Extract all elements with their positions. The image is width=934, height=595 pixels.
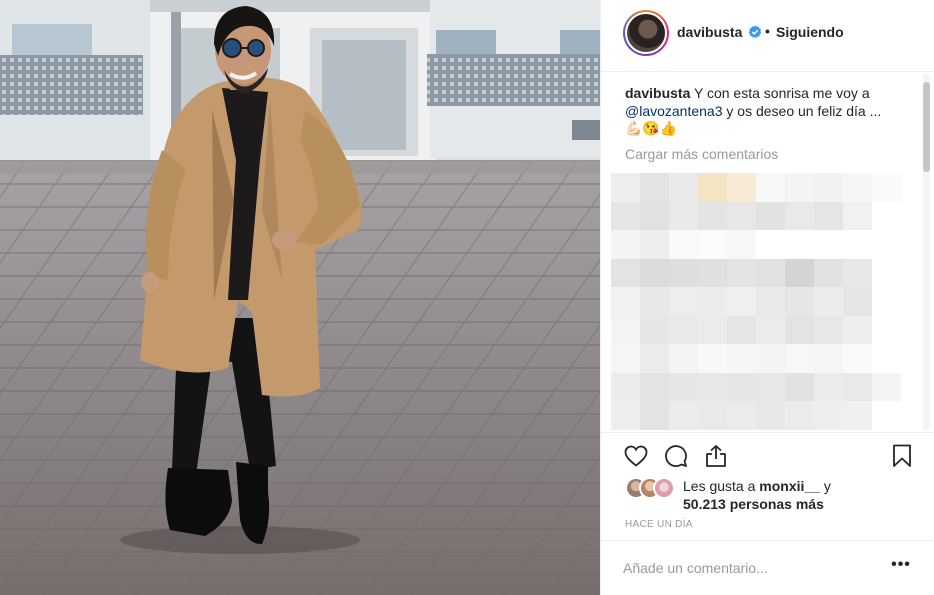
load-more-comments-link[interactable]: Cargar más comentarios <box>625 146 778 162</box>
likes-connector: y <box>823 478 831 494</box>
blurred-comments <box>611 173 901 430</box>
heart-icon <box>624 445 648 467</box>
liker-avatars[interactable] <box>625 477 681 499</box>
post-header: davibusta • Siguiendo <box>601 0 934 72</box>
likes-count[interactable]: 50.213 personas más <box>683 496 824 512</box>
comment-input[interactable] <box>623 555 873 581</box>
separator-dot: • <box>765 23 770 39</box>
action-bar <box>601 432 934 478</box>
ellipsis-icon[interactable]: ••• <box>889 557 913 579</box>
post-photo[interactable] <box>0 0 600 595</box>
likes-summary: Les gusta a monxii__ y 50.213 personas m… <box>625 474 915 518</box>
liker-username[interactable]: monxii__ <box>759 478 820 494</box>
following-button[interactable]: Siguiendo <box>776 24 844 40</box>
caption-text-end: y os deseo un feliz día ... <box>726 103 882 119</box>
author-username[interactable]: davibusta <box>677 24 742 40</box>
caption-emojis: 💪🏻😘👍 <box>625 120 678 136</box>
add-comment-section: ••• <box>601 540 934 595</box>
liker-avatar[interactable] <box>653 477 675 499</box>
comments-section[interactable]: davibusta Y con esta sonrisa me voy a @l… <box>601 72 934 432</box>
scrollbar-thumb[interactable] <box>923 82 930 172</box>
bookmark-icon <box>893 444 911 467</box>
share-icon <box>706 445 726 467</box>
comment-button[interactable] <box>663 443 689 469</box>
comments-scrollbar[interactable] <box>923 74 930 430</box>
likes-prefix: Les gusta a <box>683 478 756 494</box>
story-ring[interactable] <box>623 10 669 56</box>
caption: davibusta Y con esta sonrisa me voy a @l… <box>625 84 915 120</box>
caption-text-start: Y con esta sonrisa me voy a <box>694 85 870 101</box>
like-button[interactable] <box>623 443 649 469</box>
verified-badge-icon <box>748 25 762 39</box>
caption-username[interactable]: davibusta <box>625 85 690 101</box>
likes-text: Les gusta a monxii__ y <box>683 478 831 494</box>
post-timestamp[interactable]: HACE UN DÍA <box>625 519 693 530</box>
caption-mention-link[interactable]: @lavozantena3 <box>625 103 723 119</box>
post-image <box>0 0 600 595</box>
comment-bubble-icon <box>665 445 687 467</box>
avatar[interactable] <box>625 12 667 54</box>
post-side-panel: davibusta • Siguiendo davibusta Y con es… <box>600 0 934 595</box>
save-button[interactable] <box>889 443 915 469</box>
share-button[interactable] <box>703 443 729 469</box>
